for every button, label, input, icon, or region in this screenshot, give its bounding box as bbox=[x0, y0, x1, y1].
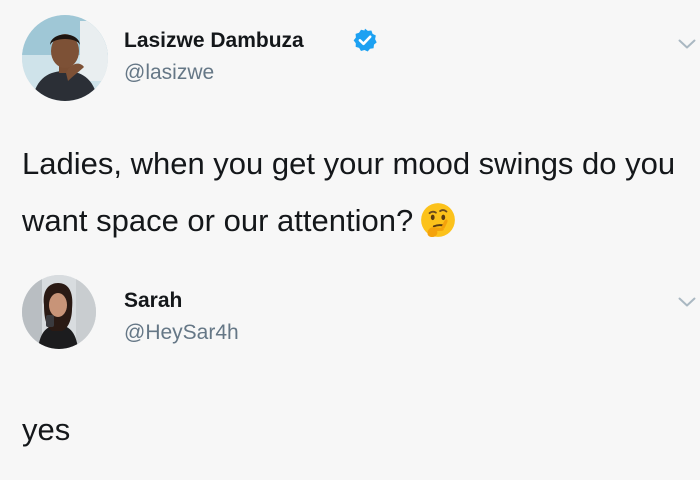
tweet-text-body: Ladies, when you get your mood swings do… bbox=[22, 146, 676, 238]
thinking-face-icon bbox=[421, 203, 456, 238]
avatar-lasizwe[interactable] bbox=[22, 15, 108, 101]
display-name[interactable]: Lasizwe Dambuza bbox=[124, 29, 304, 53]
profile-photo-icon bbox=[22, 15, 108, 101]
display-name[interactable]: Sarah bbox=[124, 289, 182, 313]
verified-badge-icon bbox=[353, 28, 377, 52]
tweet-text: yes bbox=[22, 412, 71, 447]
profile-photo-icon bbox=[22, 275, 96, 349]
chevron-down-icon[interactable] bbox=[678, 38, 696, 50]
tweet-sarah: Sarah @HeySar4h yes bbox=[0, 262, 700, 480]
tweet-lasizwe: Lasizwe Dambuza @lasizwe Ladies, when yo… bbox=[0, 0, 700, 262]
handle[interactable]: @lasizwe bbox=[124, 61, 214, 85]
handle[interactable]: @HeySar4h bbox=[124, 321, 239, 345]
avatar-sarah[interactable] bbox=[22, 275, 96, 349]
chevron-down-icon[interactable] bbox=[678, 296, 696, 308]
tweet-text: Ladies, when you get your mood swings do… bbox=[22, 135, 692, 249]
